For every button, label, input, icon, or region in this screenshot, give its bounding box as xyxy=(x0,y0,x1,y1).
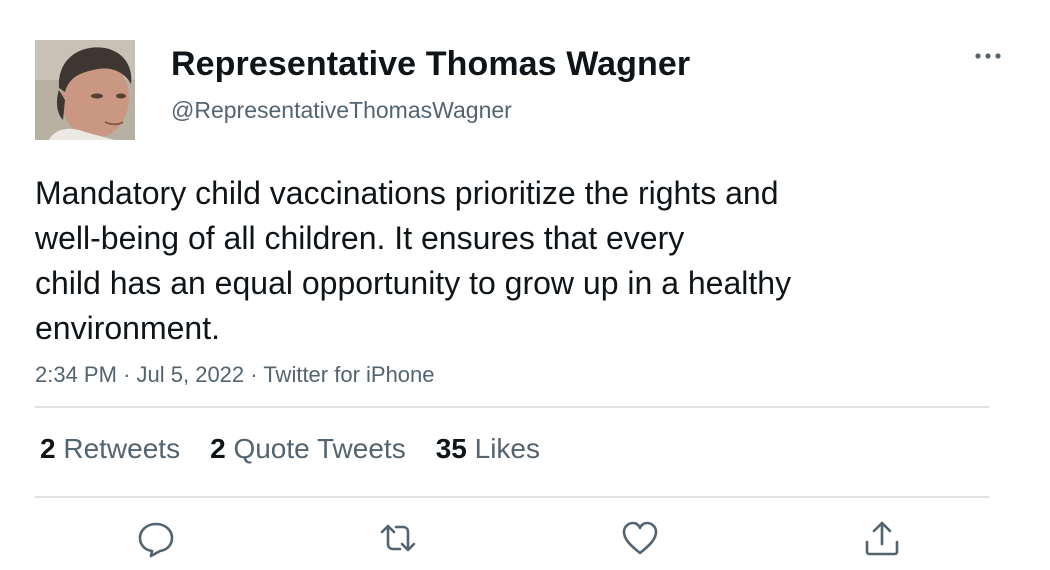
tweet-text-line: well-being of all children. It ensures t… xyxy=(35,220,685,256)
quote-tweets-stat[interactable]: 2 Quote Tweets xyxy=(210,432,406,466)
likes-label: Likes xyxy=(474,433,541,464)
tweet-metadata: 2:34 PM · Jul 5, 2022 · Twitter for iPho… xyxy=(35,361,435,389)
likes-count: 35 xyxy=(435,433,467,464)
share-button[interactable] xyxy=(862,518,902,558)
divider xyxy=(35,496,989,498)
author-display-name[interactable]: Representative Thomas Wagner xyxy=(171,44,690,84)
heart-icon xyxy=(622,521,658,555)
retweets-stat[interactable]: 2 Retweets xyxy=(40,432,180,466)
tweet-date[interactable]: Jul 5, 2022 xyxy=(137,362,245,387)
avatar-image xyxy=(35,40,135,140)
tweet-source[interactable]: Twitter for iPhone xyxy=(263,362,434,387)
retweet-button[interactable] xyxy=(378,518,418,558)
share-icon xyxy=(865,521,899,556)
avatar[interactable] xyxy=(35,40,135,140)
author-handle[interactable]: @RepresentativeThomasWagner xyxy=(171,96,512,124)
likes-stat[interactable]: 35 Likes xyxy=(436,432,540,466)
reply-button[interactable] xyxy=(136,518,176,558)
tweet-text-line: Mandatory child vaccinations prioritize … xyxy=(35,175,779,211)
divider xyxy=(35,406,989,408)
quote-tweets-label: Quote Tweets xyxy=(233,433,406,464)
engagement-stats: 2 Retweets 2 Quote Tweets 35 Likes xyxy=(40,432,540,466)
meta-separator: · xyxy=(123,362,131,387)
more-horizontal-icon xyxy=(975,53,1001,59)
tweet-text: Mandatory child vaccinations prioritize … xyxy=(35,171,935,351)
tweet-time[interactable]: 2:34 PM xyxy=(35,362,117,387)
tweet-text-line: environment. xyxy=(35,310,220,346)
more-options-button[interactable] xyxy=(972,46,1004,66)
quote-tweets-count: 2 xyxy=(210,433,226,464)
retweet-icon xyxy=(380,524,416,552)
retweets-label: Retweets xyxy=(63,433,181,464)
like-button[interactable] xyxy=(620,518,660,558)
meta-separator: · xyxy=(250,362,258,387)
tweet-text-line: child has an equal opportunity to grow u… xyxy=(35,265,792,301)
reply-icon xyxy=(138,522,174,558)
retweets-count: 2 xyxy=(40,433,56,464)
